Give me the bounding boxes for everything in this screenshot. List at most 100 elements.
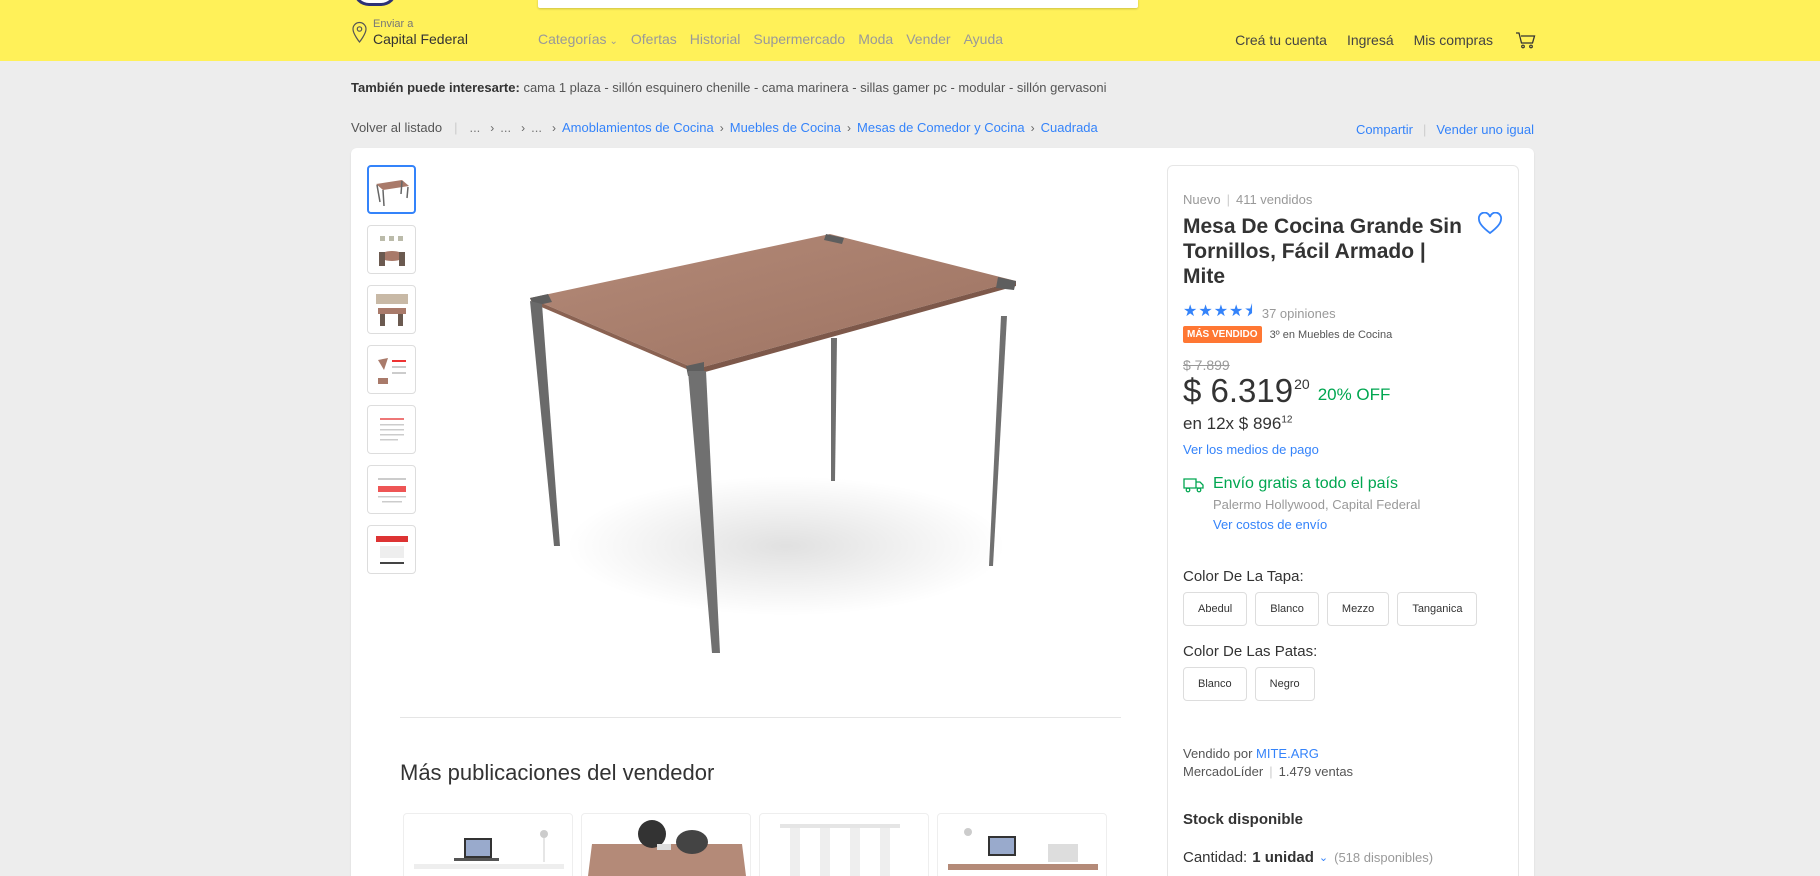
back-to-list-link[interactable]: Volver al listado (351, 120, 442, 135)
chevron-right-icon: › (719, 120, 724, 135)
thumbnail[interactable] (367, 165, 416, 214)
breadcrumb-collapsed[interactable]: ... (531, 120, 542, 135)
location-pin-icon (352, 21, 367, 43)
highlights: MÁS VENDIDO 3º en Muebles de Cocina (1183, 326, 1392, 343)
original-price: $ 7.899 (1183, 357, 1230, 373)
top-color-option[interactable]: Tanganica (1397, 592, 1478, 626)
breadcrumb-link[interactable]: Muebles de Cocina (730, 120, 841, 135)
nav-moda[interactable]: Moda (858, 31, 893, 47)
chevron-right-icon: › (490, 120, 495, 135)
leg-color-option[interactable]: Negro (1254, 667, 1315, 701)
chevron-right-icon: › (551, 120, 556, 135)
condition: Nuevo (1183, 192, 1221, 207)
quantity-label: Cantidad: (1183, 849, 1248, 866)
shipping: Envío gratis a todo el país Palermo Holl… (1183, 475, 1420, 532)
seller-items-carousel (403, 813, 1107, 876)
top-color-option[interactable]: Mezzo (1326, 592, 1390, 626)
mercadolibre-logo[interactable]: libre (353, 0, 443, 8)
seller-name-link[interactable]: MITE.ARG (1256, 746, 1319, 761)
thumbnail[interactable] (367, 225, 416, 274)
login-link[interactable]: Ingresá (1347, 32, 1394, 48)
related-label: También puede interesarte: (351, 80, 520, 95)
price: $ 6.319 20 20% OFF (1183, 372, 1390, 410)
breadcrumb-link[interactable]: Cuadrada (1041, 120, 1098, 135)
price-cents: 20 (1294, 376, 1310, 392)
stock-status: Stock disponible (1183, 811, 1304, 828)
sold-count: 411 vendidos (1235, 192, 1313, 207)
breadcrumb-link[interactable]: Amoblamientos de Cocina (562, 120, 714, 135)
truck-icon (1183, 478, 1204, 493)
nav-historial[interactable]: Historial (690, 31, 741, 47)
location-label: Enviar a (373, 18, 414, 30)
nav-ofertas[interactable]: Ofertas (631, 31, 677, 47)
buy-box: Nuevo | 411 vendidos Mesa De Cocina Grande… (1167, 165, 1519, 876)
search-input[interactable] (538, 0, 1138, 8)
thumbnail[interactable] (367, 405, 416, 454)
installment-cents: 12 (1281, 414, 1293, 426)
share-links: Compartir | Vender uno igual (1355, 122, 1534, 137)
ranking-link[interactable]: 3º en Muebles de Cocina (1270, 329, 1393, 341)
thumbnail[interactable] (367, 345, 416, 394)
condition-sold: Nuevo | 411 vendidos (1183, 192, 1313, 207)
cart-icon[interactable] (1515, 31, 1537, 49)
top-color-option[interactable]: Abedul (1183, 592, 1248, 626)
thumbnail[interactable] (367, 285, 416, 334)
chevron-right-icon: › (847, 120, 852, 135)
breadcrumb-collapsed[interactable]: ... (469, 120, 480, 135)
quantity-selector[interactable]: Cantidad: 1 unidad ⌄ (518 disponibles) (1183, 849, 1433, 866)
product-card: Más publicaciones del vendedor Nuevo | 411… (351, 148, 1534, 876)
shipping-costs-link[interactable]: Ver costos de envío (1213, 517, 1420, 532)
quantity-value: 1 unidad (1252, 849, 1314, 866)
nav-vender[interactable]: Vender (906, 31, 950, 47)
nav-categorias[interactable]: Categorías ⌄ (538, 31, 618, 47)
chevron-right-icon: › (521, 120, 526, 135)
header: libre Enviar a Capital Federal Categoría… (0, 0, 1820, 61)
more-from-seller-title: Más publicaciones del vendedor (400, 760, 715, 785)
leg-color-options: Blanco Negro (1183, 667, 1315, 701)
seller-item-card[interactable] (759, 813, 929, 876)
price-amount: $ 6.319 (1183, 372, 1294, 409)
seller-level: MercadoLíder (1183, 764, 1264, 779)
star-rating-icon: ★★★★⯨ (1183, 303, 1254, 320)
delivery-location[interactable]: Enviar a Capital Federal (351, 18, 468, 47)
location-value: Capital Federal (373, 31, 468, 47)
top-color-label: Color De La Tapa: (1183, 568, 1304, 585)
discount-label: 20% OFF (1317, 385, 1391, 404)
seller-sales: 1.479 ventas (1278, 764, 1354, 779)
leg-color-option[interactable]: Blanco (1183, 667, 1247, 701)
reviews-count: 37 opiniones (1261, 306, 1336, 321)
rating[interactable]: ★★★★⯨ 37 opiniones (1183, 300, 1336, 327)
sell-similar-link[interactable]: Vender uno igual (1436, 122, 1534, 137)
thumbnail-gallery (367, 165, 416, 585)
seller-info: Vendido por MITE.ARG MercadoLíder | 1.479 … (1183, 746, 1354, 779)
top-color-option[interactable]: Blanco (1255, 592, 1319, 626)
best-seller-badge: MÁS VENDIDO (1183, 326, 1262, 343)
product-main-image[interactable] (526, 226, 1016, 656)
chevron-right-icon: › (1030, 120, 1035, 135)
heart-icon[interactable] (1477, 212, 1503, 236)
related-links[interactable]: cama 1 plaza - sillón esquinero chenille… (523, 80, 1106, 95)
seller-item-card[interactable] (403, 813, 573, 876)
seller-item-card[interactable] (581, 813, 751, 876)
breadcrumb-collapsed[interactable]: ... (500, 120, 511, 135)
breadcrumb-link[interactable]: Mesas de Comedor y Cocina (857, 120, 1025, 135)
available-units: (518 disponibles) (1334, 850, 1434, 865)
breadcrumb: Volver al listado | ... › ... › ... › Am… (351, 120, 1098, 135)
main-nav: Categorías ⌄ Ofertas Historial Supermerca… (538, 31, 1016, 47)
nav-ayuda[interactable]: Ayuda (964, 31, 1003, 47)
thumbnail[interactable] (367, 465, 416, 514)
divider (400, 717, 1121, 718)
seller-item-card[interactable] (937, 813, 1107, 876)
create-account-link[interactable]: Creá tu cuenta (1235, 32, 1327, 48)
payment-methods-link[interactable]: Ver los medios de pago (1183, 442, 1319, 457)
my-purchases-link[interactable]: Mis compras (1414, 32, 1493, 48)
top-color-options: Abedul Blanco Mezzo Tanganica (1183, 592, 1478, 626)
thumbnail[interactable] (367, 525, 416, 574)
chevron-down-icon: ⌄ (1318, 852, 1329, 864)
shipping-origin: Palermo Hollywood, Capital Federal (1213, 497, 1421, 512)
nav-supermercado[interactable]: Supermercado (753, 31, 845, 47)
share-link[interactable]: Compartir (1356, 122, 1413, 137)
account-nav: Creá tu cuenta Ingresá Mis compras (1215, 31, 1537, 49)
leg-color-label: Color De Las Patas: (1183, 643, 1318, 660)
chevron-down-icon: ⌄ (609, 36, 618, 47)
